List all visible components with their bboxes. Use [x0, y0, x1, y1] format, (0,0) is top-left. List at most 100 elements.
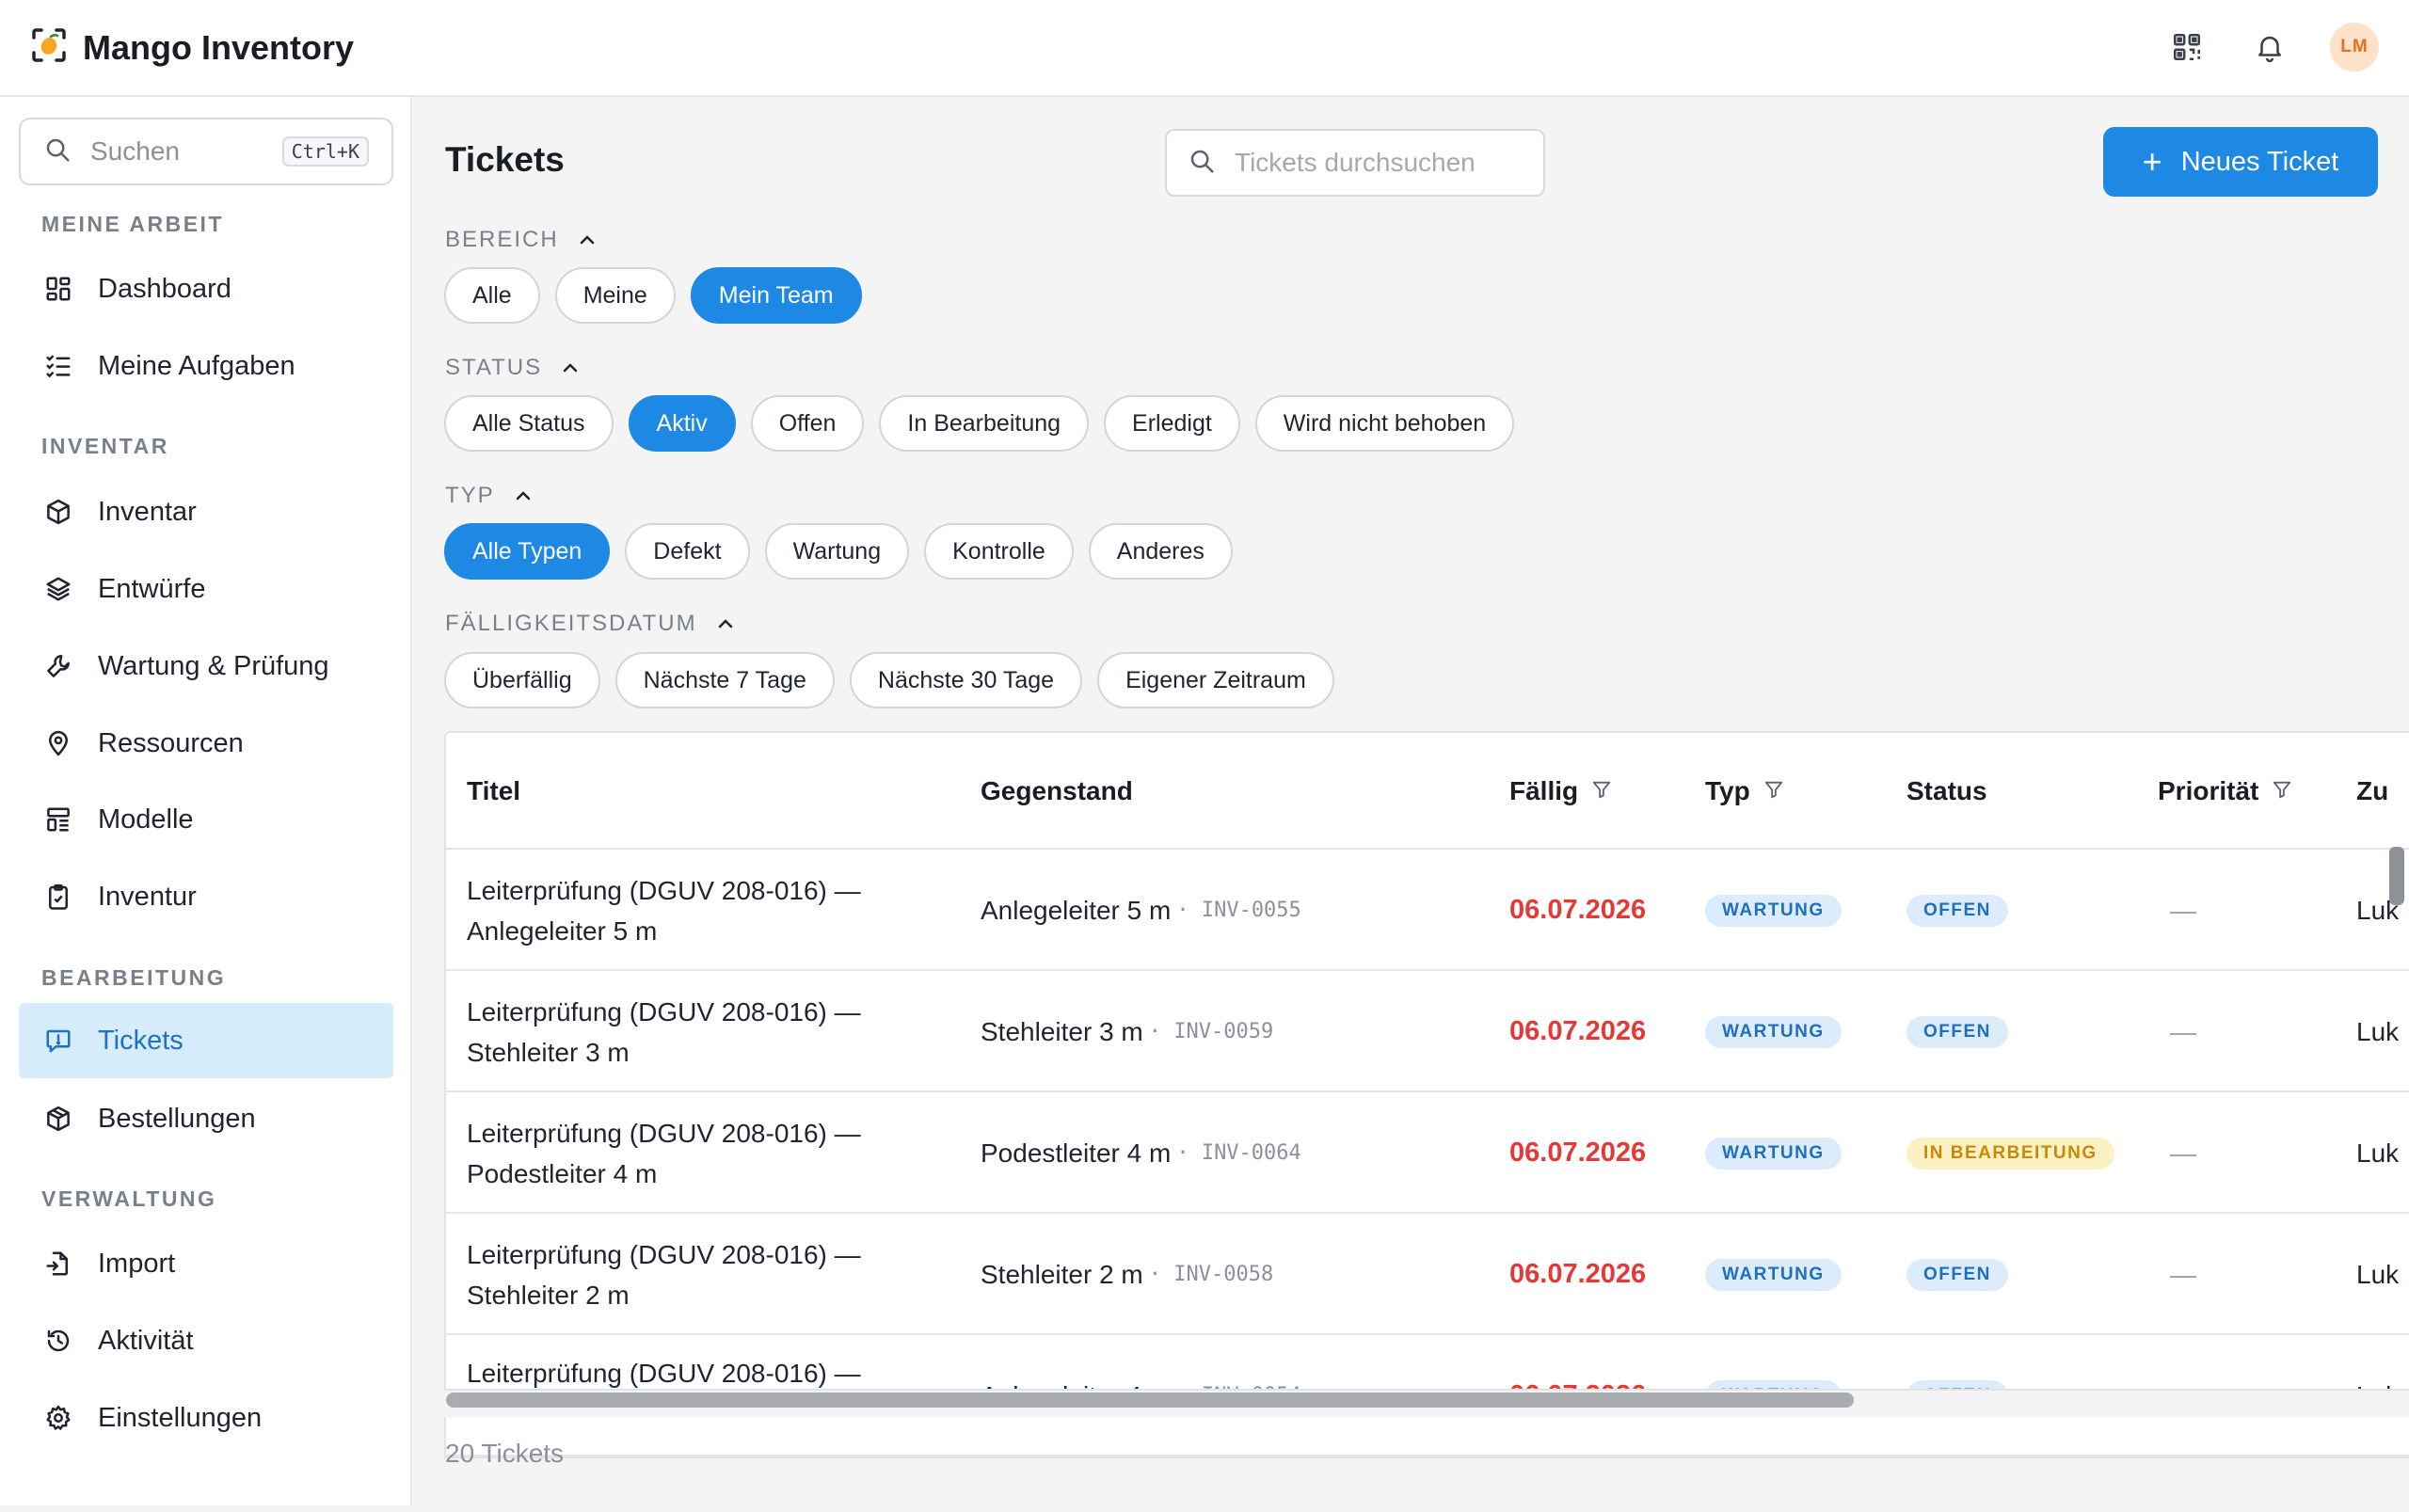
status-badge: OFFEN: [1906, 1015, 2008, 1048]
sidebar-item-label: Import: [98, 1248, 176, 1279]
filter-icon[interactable]: [2272, 776, 2292, 806]
chip-alle-status[interactable]: Alle Status: [444, 395, 614, 452]
sidebar-item-meine-aufgaben[interactable]: Meine Aufgaben: [19, 328, 393, 404]
sidebar-search[interactable]: Suchen Ctrl+K: [19, 118, 393, 185]
wrench-icon: [41, 649, 75, 683]
cell-title: Leiterprüfung (DGUV 208-016) — Podestleit…: [467, 1118, 861, 1188]
qr-code-icon[interactable]: [2164, 24, 2210, 70]
filter-bereich-toggle[interactable]: BEREICH: [445, 227, 597, 253]
chip-alle[interactable]: Alle: [444, 267, 540, 324]
filter-icon[interactable]: [1763, 776, 1784, 806]
ticket-count: 20 Tickets: [445, 1439, 565, 1468]
filter-faelligkeit-chips: Überfällig Nächste 7 Tage Nächste 30 Tag…: [444, 652, 1334, 708]
chip-naechste-30-tage[interactable]: Nächste 30 Tage: [849, 652, 1083, 708]
sidebar-item-einstellungen[interactable]: Einstellungen: [19, 1380, 393, 1456]
table-row[interactable]: Leiterprüfung (DGUV 208-016) — Stehleiter…: [446, 971, 2409, 1092]
chip-offen[interactable]: Offen: [750, 395, 865, 452]
filter-typ-chips: Alle Typen Defekt Wartung Kontrolle Ande…: [444, 523, 1233, 580]
cell-status: OFFEN: [1906, 971, 2008, 1092]
filter-icon[interactable]: [1591, 776, 1612, 806]
cell-status: OFFEN: [1906, 1214, 2008, 1335]
horizontal-scrollbar[interactable]: [446, 1393, 1854, 1408]
column-header-zugewiesen[interactable]: Zu: [2356, 733, 2388, 850]
sidebar-item-label: Tickets: [98, 1025, 183, 1056]
sidebar-item-inventur[interactable]: Inventur: [19, 859, 393, 934]
sidebar-item-label: Aktivität: [98, 1325, 194, 1356]
cell-due: 06.07.2026: [1509, 1016, 1647, 1046]
sidebar-item-entwuerfe[interactable]: Entwürfe: [19, 551, 393, 627]
sidebar-item-bestellungen[interactable]: Bestellungen: [19, 1081, 393, 1156]
chip-aktiv[interactable]: Aktiv: [628, 395, 736, 452]
column-header-prioritaet[interactable]: Priorität: [2158, 733, 2292, 850]
chip-alle-typen[interactable]: Alle Typen: [444, 523, 611, 580]
ticket-search-input[interactable]: Tickets durchsuchen: [1165, 129, 1545, 197]
sidebar-item-modelle[interactable]: Modelle: [19, 782, 393, 857]
cell-priority: —: [2170, 1016, 2196, 1046]
cell-priority: —: [2170, 895, 2196, 925]
section-meine-arbeit: MEINE ARBEIT: [41, 212, 224, 236]
chip-wird-nicht-behoben[interactable]: Wird nicht behoben: [1254, 395, 1515, 452]
cell-item: Anlegeleiter 5 m · INV-0055: [981, 895, 1301, 925]
sidebar-item-dashboard[interactable]: Dashboard: [19, 251, 393, 326]
sidebar-item-inventar[interactable]: Inventar: [19, 474, 393, 549]
sidebar-item-wartung[interactable]: Wartung & Prüfung: [19, 629, 393, 704]
filter-typ-toggle[interactable]: TYP: [445, 483, 533, 509]
brand[interactable]: Mango Inventory: [30, 26, 354, 69]
column-header-gegenstand[interactable]: Gegenstand: [981, 733, 1133, 850]
type-badge: WARTUNG: [1705, 1015, 1842, 1048]
chip-kontrolle[interactable]: Kontrolle: [924, 523, 1074, 580]
logo-icon: [30, 26, 68, 69]
type-badge: WARTUNG: [1705, 894, 1842, 927]
chip-ueberfaellig[interactable]: Überfällig: [444, 652, 600, 708]
main-content: Tickets Tickets durchsuchen + Neues Tick…: [412, 97, 2409, 1505]
column-header-status[interactable]: Status: [1906, 733, 1987, 850]
filter-bereich-chips: Alle Meine Mein Team: [444, 267, 862, 324]
filter-status-toggle[interactable]: STATUS: [445, 355, 580, 381]
bell-icon[interactable]: [2247, 24, 2292, 70]
cell-type: WARTUNG: [1705, 1092, 1842, 1214]
table-row[interactable]: Leiterprüfung (DGUV 208-016) — Podestleit…: [446, 1092, 2409, 1214]
filter-label: STATUS: [445, 355, 543, 380]
new-ticket-button[interactable]: + Neues Ticket: [2103, 127, 2378, 197]
column-header-faellig[interactable]: Fällig: [1509, 733, 1612, 850]
sidebar-item-label: Entwürfe: [98, 573, 206, 604]
filter-faelligkeit-toggle[interactable]: FÄLLIGKEITSDATUM: [445, 611, 735, 637]
table-row[interactable]: Leiterprüfung (DGUV 208-016) — Anlegeleit…: [446, 850, 2409, 971]
chip-defekt[interactable]: Defekt: [625, 523, 750, 580]
chip-eigener-zeitraum[interactable]: Eigener Zeitraum: [1097, 652, 1334, 708]
user-avatar[interactable]: LM: [2330, 23, 2379, 72]
cell-item: Podestleiter 4 m · INV-0064: [981, 1138, 1301, 1168]
chip-in-bearbeitung[interactable]: In Bearbeitung: [879, 395, 1090, 452]
chip-naechste-7-tage[interactable]: Nächste 7 Tage: [614, 652, 835, 708]
models-icon: [41, 803, 75, 836]
status-badge: IN BEARBEITUNG: [1906, 1137, 2114, 1170]
sidebar-item-import[interactable]: Import: [19, 1226, 393, 1301]
chip-anderes[interactable]: Anderes: [1088, 523, 1233, 580]
gear-icon: [41, 1401, 75, 1435]
chip-wartung[interactable]: Wartung: [764, 523, 910, 580]
cell-priority: —: [2170, 1259, 2196, 1289]
chip-meine[interactable]: Meine: [554, 267, 676, 324]
type-badge: WARTUNG: [1705, 1137, 1842, 1170]
cell-type: WARTUNG: [1705, 850, 1842, 971]
plus-icon: +: [2142, 142, 2162, 181]
cell-due: 06.07.2026: [1509, 895, 1647, 925]
ticket-icon: [41, 1024, 75, 1058]
filter-label: TYP: [445, 483, 495, 508]
chip-erledigt[interactable]: Erledigt: [1104, 395, 1240, 452]
search-icon: [43, 135, 72, 168]
cell-title: Leiterprüfung (DGUV 208-016) — Anlegeleit…: [467, 875, 861, 946]
table-header: Titel Gegenstand Fällig Typ Status Prior…: [446, 733, 2409, 850]
shortcut-badge: Ctrl+K: [281, 136, 369, 167]
cell-item: Stehleiter 3 m · INV-0059: [981, 1016, 1274, 1046]
filter-status-chips: Alle Status Aktiv Offen In Bearbeitung E…: [444, 395, 1515, 452]
sidebar-item-ressourcen[interactable]: Ressourcen: [19, 706, 393, 781]
sidebar-item-aktivitaet[interactable]: Aktivität: [19, 1303, 393, 1378]
vertical-scrollbar[interactable]: [2389, 847, 2404, 905]
sidebar-item-tickets[interactable]: Tickets: [19, 1003, 393, 1078]
column-header-titel[interactable]: Titel: [467, 733, 520, 850]
cell-assignee: Luk: [2356, 1016, 2400, 1046]
column-header-typ[interactable]: Typ: [1705, 733, 1784, 850]
chip-mein-team[interactable]: Mein Team: [690, 267, 862, 324]
sidebar-item-label: Einstellungen: [98, 1402, 263, 1433]
